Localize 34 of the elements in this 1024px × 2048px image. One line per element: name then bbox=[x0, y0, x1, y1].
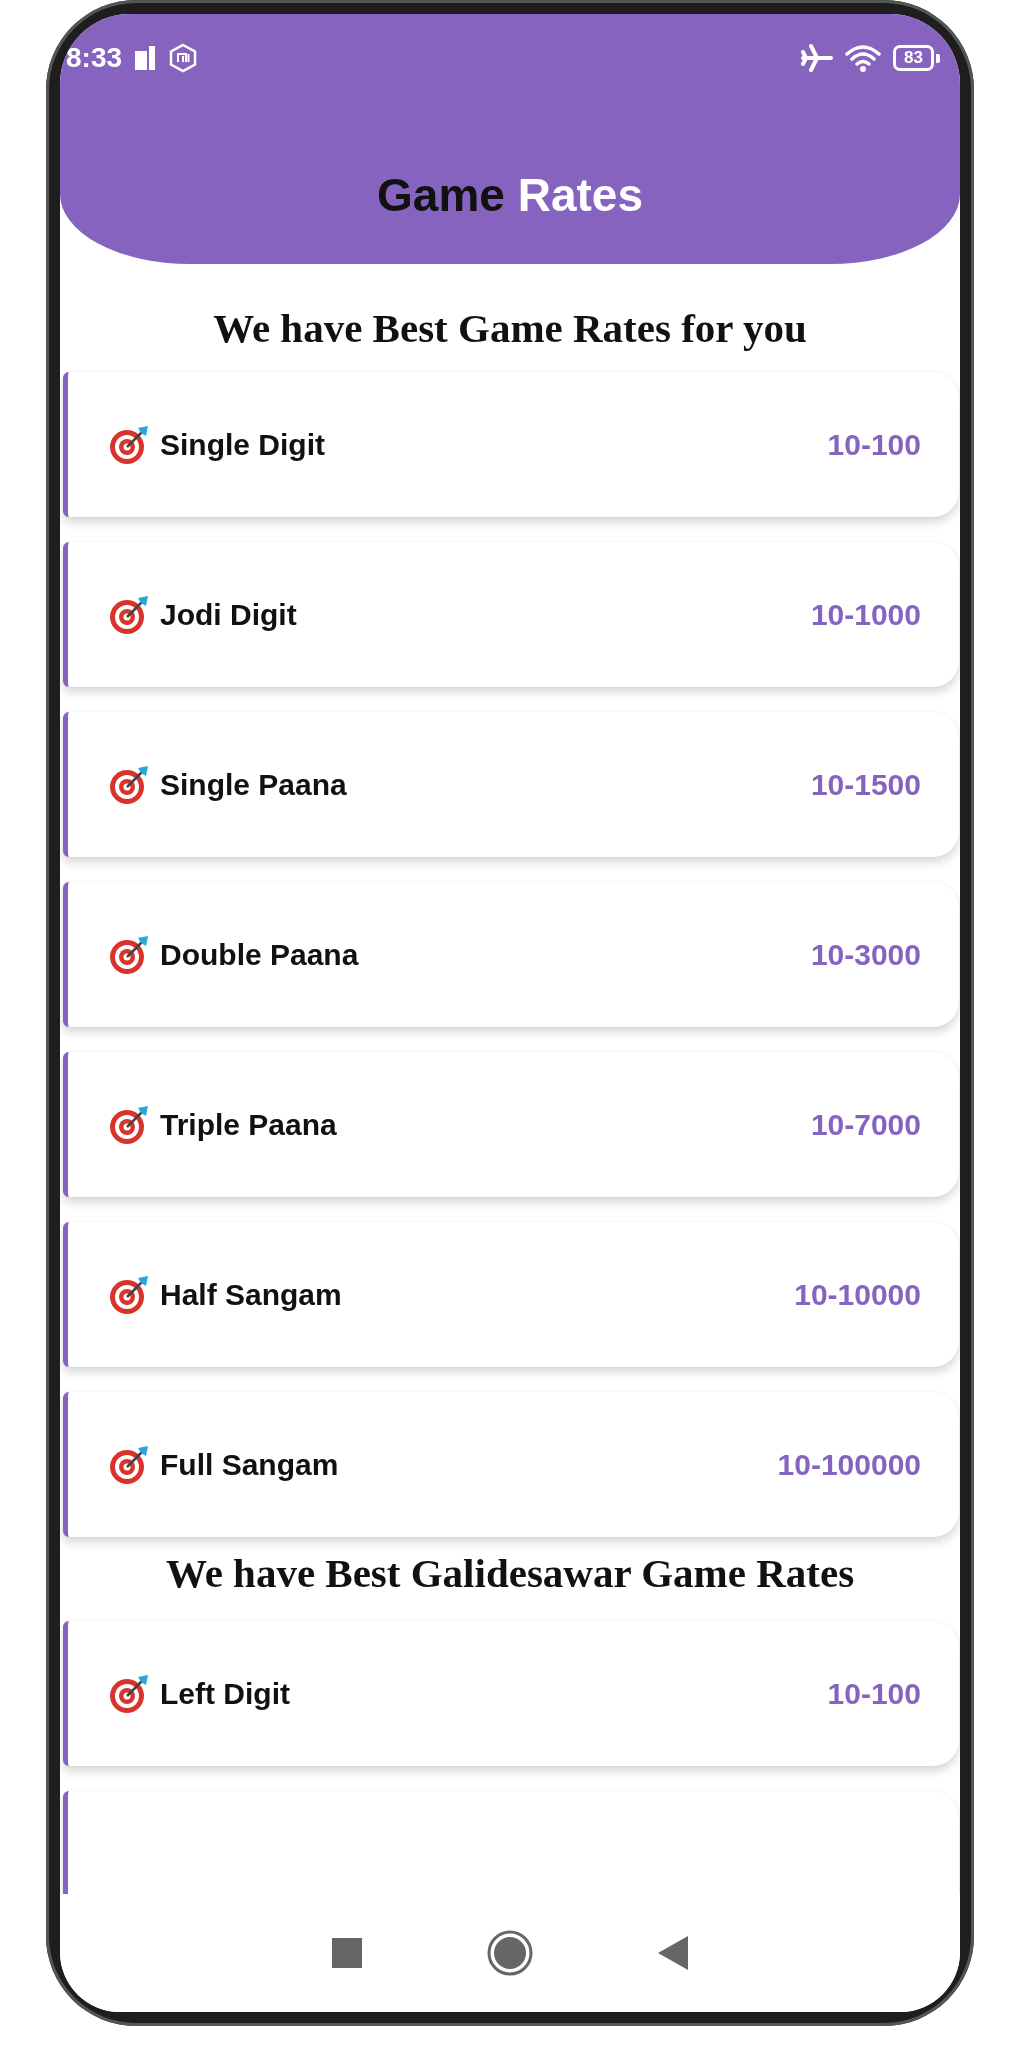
target-icon bbox=[108, 1443, 150, 1486]
target-icon bbox=[108, 1672, 150, 1715]
section-heading: We have Best Galidesawar Game Rates bbox=[164, 1549, 856, 1598]
back-icon[interactable] bbox=[658, 1936, 688, 1970]
rate-value: 10-10000 bbox=[794, 1277, 921, 1312]
game-name: Double Paana bbox=[160, 937, 360, 972]
rate-value: 10-100000 bbox=[777, 1447, 921, 1482]
hexagon-icon bbox=[168, 43, 199, 73]
target-icon bbox=[108, 1103, 150, 1146]
rate-value: 10-3000 bbox=[810, 937, 921, 972]
game-name: Single Digit bbox=[160, 427, 326, 462]
home-icon[interactable] bbox=[487, 1930, 533, 1976]
airplane-icon bbox=[801, 44, 834, 72]
target-icon bbox=[108, 933, 150, 976]
target-icon bbox=[108, 763, 150, 806]
game-name: Jodi Digit bbox=[160, 597, 298, 632]
section-heading: We have Best Game Rates for you bbox=[212, 304, 808, 353]
wifi-icon bbox=[845, 44, 882, 72]
game-name: Half Sangam bbox=[160, 1277, 343, 1312]
rate-value: 10-1000 bbox=[810, 597, 921, 632]
target-icon bbox=[108, 593, 150, 636]
target-icon bbox=[108, 423, 150, 466]
sim-icon bbox=[134, 45, 157, 71]
target-icon bbox=[108, 1273, 150, 1316]
game-name: Single Paana bbox=[160, 767, 348, 802]
game-name: Full Sangam bbox=[160, 1447, 340, 1482]
game-name: Left Digit bbox=[160, 1676, 291, 1711]
game-name: Triple Paana bbox=[160, 1107, 338, 1142]
rate-value: 10-1500 bbox=[810, 767, 921, 802]
rate-value: 10-100 bbox=[827, 427, 921, 462]
status-time: 8:33 bbox=[66, 42, 123, 74]
page-title: Game Rates bbox=[376, 168, 644, 222]
rate-value: 10-7000 bbox=[810, 1107, 921, 1142]
rate-value: 10-100 bbox=[827, 1676, 921, 1711]
